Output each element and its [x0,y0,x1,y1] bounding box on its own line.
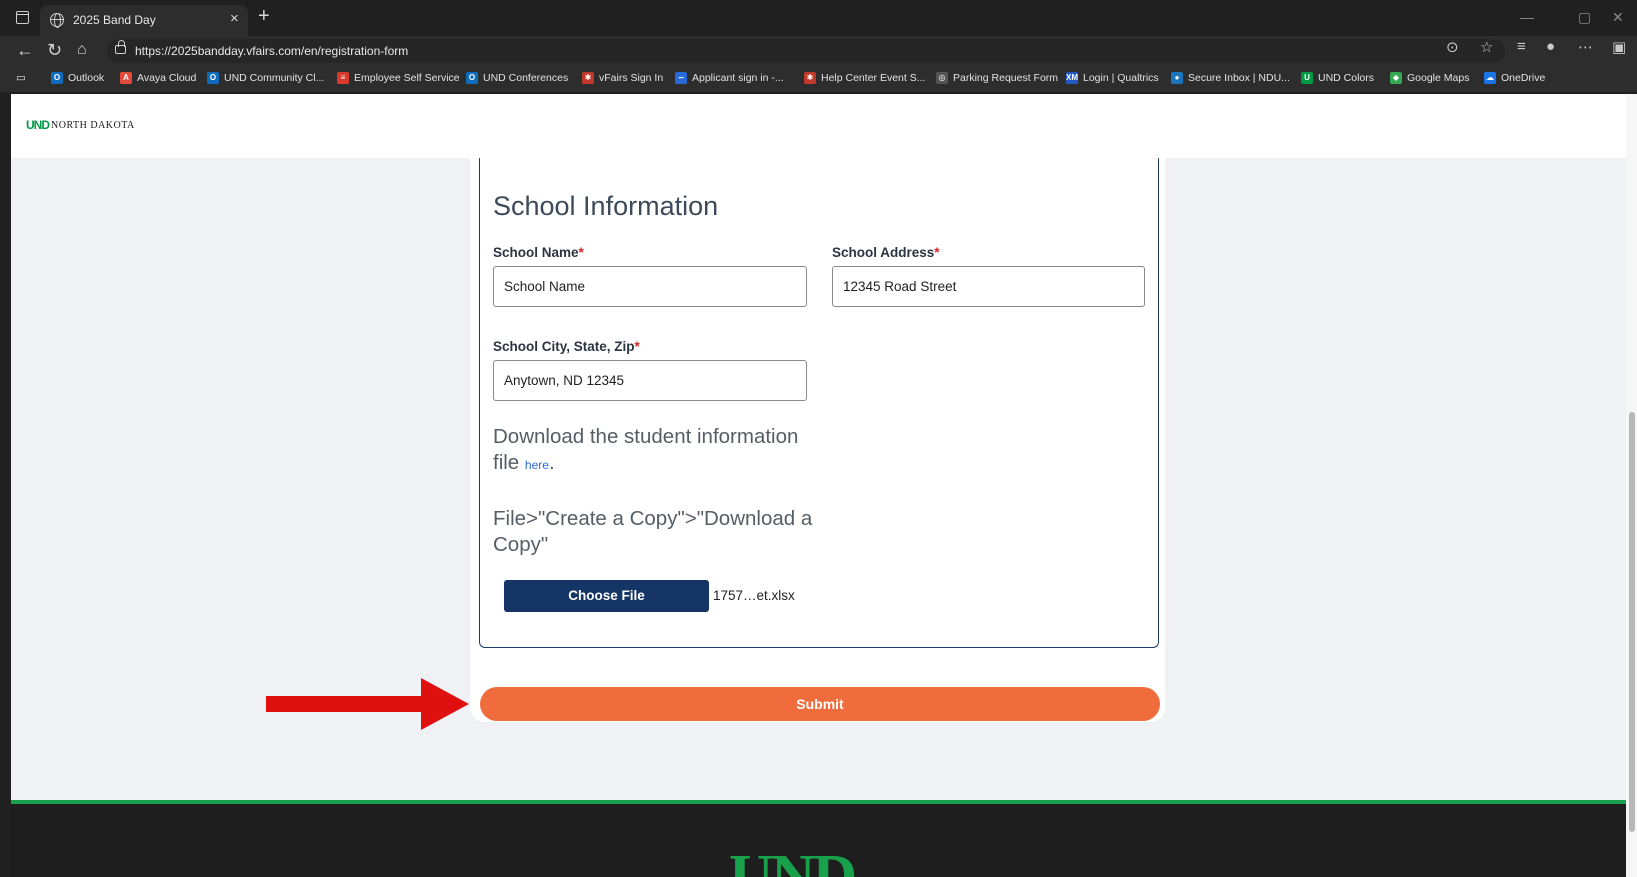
globe-icon: ◎ [936,72,948,84]
site-footer: UND [11,800,1626,877]
browser-nav-bar: ← ↻ ⌂ https://2025bandday.vfairs.com/en/… [0,36,1637,66]
bookmark-outlook[interactable]: O Outlook [51,72,104,84]
bookmark-label: OneDrive [1501,72,1546,84]
bookmark-avaya-cloud[interactable]: A Avaya Cloud [120,72,196,84]
bookmark-label: Google Maps [1407,72,1470,84]
home-icon[interactable]: ⌂ [77,39,87,61]
required-asterisk: * [634,339,640,354]
address-bar[interactable]: https://2025bandday.vfairs.com/en/regist… [107,39,1505,63]
required-asterisk: * [934,245,940,260]
outlook-icon: O [207,72,219,84]
browser-tab-bar: 2025 Band Day × + — ▢ ✕ [0,0,1637,36]
bookmark-label: Parking Request Form [953,72,1059,84]
bookmark-secure-inbox-ndu[interactable]: ● Secure Inbox | NDU... [1171,72,1290,84]
back-icon[interactable]: ← [16,39,34,61]
bookmark-google-maps[interactable]: ◆ Google Maps [1390,72,1469,84]
tab-close-icon[interactable]: × [230,10,239,27]
bookmark-applicant-sign-in[interactable]: ∽ Applicant sign in -... [675,72,784,84]
globe-icon [50,13,64,28]
und-colors-icon: U [1301,72,1313,84]
bookmark-label: Login | Qualtrics [1083,72,1159,84]
school-address-input[interactable]: 12345 Road Street [832,266,1145,307]
favorite-star-icon[interactable]: ☆ [1480,38,1493,56]
school-city-label: School City, State, Zip* [493,339,640,354]
favorites-list-icon[interactable]: ≡ [1517,38,1526,55]
qualtrics-icon: XM [1066,72,1078,84]
bookmark-label: Employee Self Service [354,72,460,84]
refresh-icon[interactable]: ↻ [47,39,62,61]
bookmark-label: UND Community Cl... [224,72,325,84]
window-left-edge [0,94,11,877]
profile-avatar-icon[interactable]: ● [1546,38,1555,55]
page-viewport: UND NORTH DAKOTA School Information Scho… [11,94,1626,877]
sidebar-icon[interactable]: ▣ [1612,38,1626,56]
logo-und-mark: UND [26,118,50,132]
vfairs-icon: ✱ [582,72,594,84]
site-header: UND NORTH DAKOTA [11,94,1626,158]
bookmark-parking-request-form[interactable]: ◎ Parking Request Form [936,72,1058,84]
more-options-circle-icon[interactable]: ⊙ [1446,38,1459,56]
download-instructions: Download the student information file he… [493,425,799,474]
bookmark-employee-self-service[interactable]: ≡ Employee Self Service [337,72,460,84]
secure-inbox-icon: ● [1171,72,1183,84]
settings-more-icon[interactable]: ⋯ [1578,38,1593,56]
bookmark-help-center-event-s[interactable]: ✱ Help Center Event S... [804,72,925,84]
required-asterisk: * [578,245,584,260]
bookmark-label: Help Center Event S... [821,72,926,84]
bookmark-onedrive[interactable]: ☁ OneDrive [1484,72,1545,84]
bookmark-label: UND Conferences [483,72,569,84]
bookmark-label: UND Colors [1318,72,1375,84]
annotation-arrow-head [421,678,469,730]
restore-button[interactable]: ▢ [1578,9,1591,26]
bookmark-und-colors[interactable]: U UND Colors [1301,72,1374,84]
school-address-label: School Address* [832,245,940,260]
tab-title: 2025 Band Day [73,13,156,27]
lock-icon[interactable] [115,40,126,54]
school-city-input[interactable]: Anytown, ND 12345 [493,360,807,401]
bookmark-label: Outlook [68,72,105,84]
bookmark-login-qualtrics[interactable]: XM Login | Qualtrics [1066,72,1159,84]
applicant-icon: ∽ [675,72,687,84]
bookmark-label: vFairs Sign In [599,72,664,84]
bookmark-und-conferences[interactable]: O UND Conferences [466,72,568,84]
school-name-label: School Name* [493,245,584,260]
und-logo[interactable]: UND NORTH DAKOTA [26,118,135,132]
footer-und-logo: UND [729,843,857,877]
copy-instructions: File>"Create a Copy">"Download a Copy" [493,507,813,556]
choose-file-button[interactable]: Choose File [504,580,709,612]
bookmark-label: Avaya Cloud [137,72,197,84]
outlook-icon: O [466,72,478,84]
logo-north-dakota: NORTH DAKOTA [51,119,135,131]
avaya-icon: A [120,72,132,84]
annotation-arrow-shaft [266,696,426,712]
vfairs-icon: ✱ [804,72,816,84]
onedrive-icon: ☁ [1484,72,1496,84]
section-title: School Information [493,191,719,221]
tab-2025-band-day[interactable]: 2025 Band Day × [40,5,248,36]
bookmark-und-community-cl[interactable]: O UND Community Cl... [207,72,324,84]
maps-icon: ◆ [1390,72,1402,84]
outlook-icon: O [51,72,63,84]
bookmark-label: Applicant sign in -... [692,72,784,84]
url-text[interactable]: https://2025bandday.vfairs.com/en/regist… [135,44,408,58]
bookmark-apps-icon[interactable]: ▭ [16,72,26,84]
ess-icon: ≡ [337,72,349,84]
scrollbar-thumb[interactable] [1629,412,1635,832]
school-name-input[interactable]: School Name [493,266,807,307]
download-here-link[interactable]: here [525,458,549,472]
new-tab-button[interactable]: + [258,6,270,26]
submit-button[interactable]: Submit [480,687,1160,721]
bookmarks-bar: ▭ O Outlook A Avaya Cloud O UND Community Cl.… [0,66,1637,93]
selected-file-name: 1757…et.xlsx [713,588,795,603]
tab-actions-icon[interactable] [16,11,29,24]
minimize-button[interactable]: — [1520,9,1534,25]
bookmark-vfairs-sign-in[interactable]: ✱ vFairs Sign In [582,72,663,84]
close-window-button[interactable]: ✕ [1612,9,1624,26]
bookmark-label: Secure Inbox | NDU... [1188,72,1290,84]
